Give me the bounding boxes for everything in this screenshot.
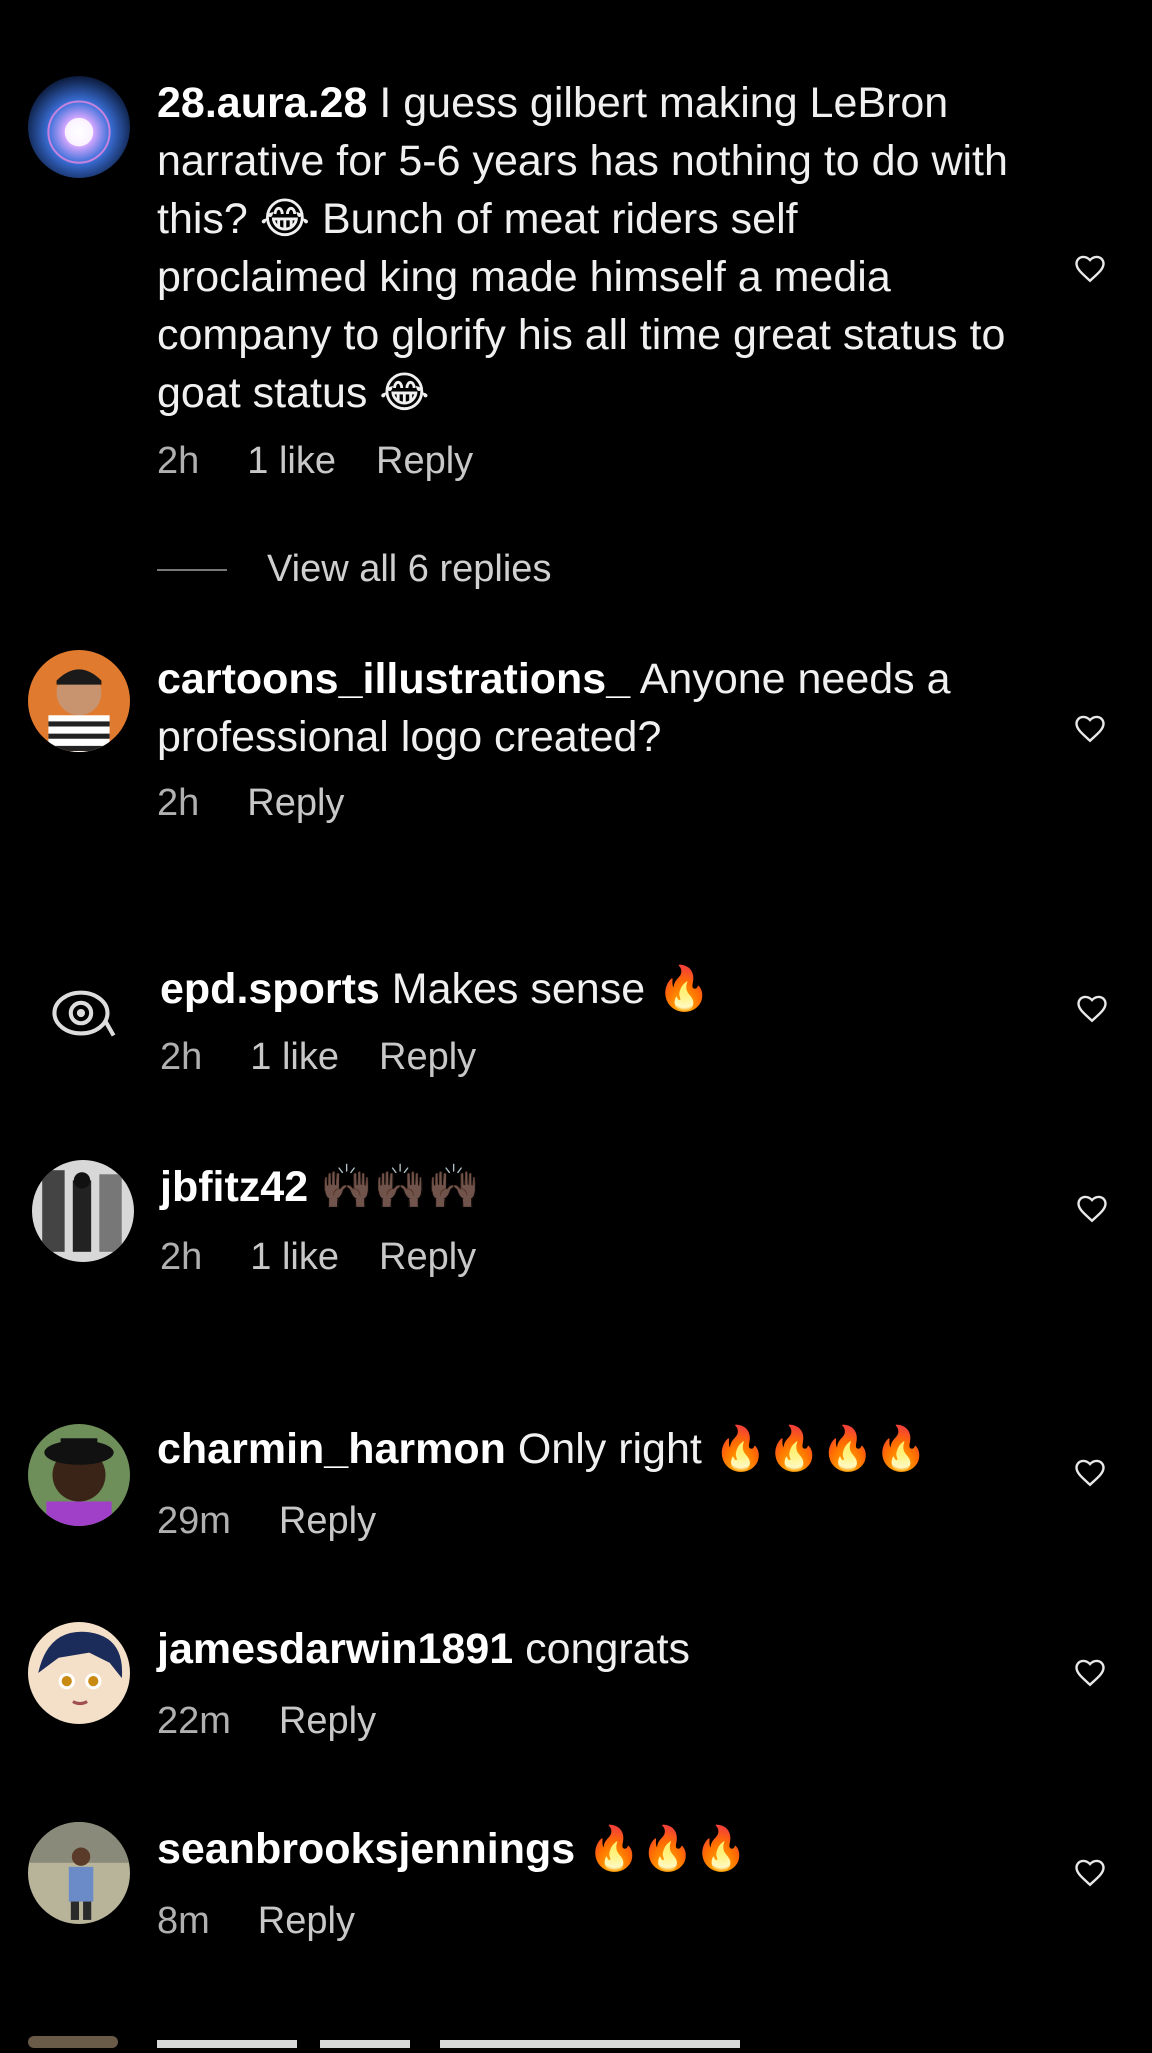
comment-text: 28.aura.28 I guess gilbert making LeBron… [157,74,1017,422]
heart-outline-icon[interactable] [1072,710,1108,746]
comment-text: jbfitz42 🙌🏿🙌🏿🙌🏿 [160,1158,1020,1216]
comment-time: 2h [160,1236,203,1278]
comment-text: jamesdarwin1891 congrats [157,1620,1017,1678]
comment-username[interactable]: epd.sports [160,965,380,1013]
reply-button[interactable]: Reply [247,782,344,825]
comment-username[interactable]: charmin_harmon [157,1425,506,1473]
heart-outline-icon[interactable] [1072,1654,1108,1690]
comment-body: Only right 🔥🔥🔥🔥 [517,1425,928,1473]
comment-meta: 2h 1 like Reply [157,440,473,483]
comment-text: charmin_harmon Only right 🔥🔥🔥🔥 [157,1420,1017,1478]
next-comment-peek [0,2030,1152,2048]
comment-likes[interactable]: 1 like [247,440,336,483]
comment-username[interactable]: jbfitz42 [160,1163,308,1211]
heart-outline-icon[interactable] [1074,990,1110,1026]
comment-time: 22m [157,1700,231,1742]
comment-time: 2h [160,1036,203,1078]
comment-time: 29m [157,1500,231,1542]
comment-body: Makes sense 🔥 [391,965,711,1013]
comment-time: 2h [157,440,200,482]
avatar[interactable] [28,76,130,178]
comment-meta: 2h Reply [157,782,344,825]
reply-button[interactable]: Reply [379,1236,476,1279]
comment-body: I guess gilbert making LeBron narrative … [157,79,1008,417]
divider-line [157,568,227,571]
comment-username[interactable]: cartoons_illustrations_ [157,655,630,703]
comment-body: 🔥🔥🔥 [587,1825,748,1873]
comment-text: cartoons_illustrations_ Anyone needs a p… [157,650,1017,766]
reply-button[interactable]: Reply [279,1700,376,1743]
view-replies-link[interactable]: View all 6 replies [157,548,551,591]
comment-meta: 2h 1 like Reply [160,1036,476,1079]
comment-time: 8m [157,1900,210,1942]
comment-time: 2h [157,782,200,824]
heart-outline-icon[interactable] [1072,250,1108,286]
heart-outline-icon[interactable] [1074,1190,1110,1226]
comment-username[interactable]: jamesdarwin1891 [157,1625,513,1673]
comment-meta: 8m Reply [157,1900,355,1943]
heart-outline-icon[interactable] [1072,1454,1108,1490]
comment-text: epd.sports Makes sense 🔥 [160,960,1020,1018]
avatar[interactable] [32,1160,134,1262]
reply-button[interactable]: Reply [279,1500,376,1543]
comment-username[interactable]: seanbrooksjennings [157,1825,575,1873]
reply-button[interactable]: Reply [379,1036,476,1079]
comment-body: 🙌🏿🙌🏿🙌🏿 [320,1163,481,1211]
avatar[interactable] [32,960,134,1062]
avatar[interactable] [28,1822,130,1924]
comment-text: seanbrooksjennings 🔥🔥🔥 [157,1820,1017,1878]
avatar[interactable] [28,1424,130,1526]
comment-meta: 22m Reply [157,1700,376,1743]
avatar[interactable] [28,650,130,752]
heart-outline-icon[interactable] [1072,1854,1108,1890]
view-replies-label: View all 6 replies [267,548,552,590]
comment-meta: 2h 1 like Reply [160,1236,476,1279]
comment-username[interactable]: 28.aura.28 [157,79,367,127]
reply-button[interactable]: Reply [258,1900,355,1943]
comment-body: congrats [525,1625,691,1673]
comment-meta: 29m Reply [157,1500,376,1543]
comment-likes[interactable]: 1 like [250,1236,339,1279]
avatar[interactable] [28,1622,130,1724]
reply-button[interactable]: Reply [376,440,473,483]
comment-likes[interactable]: 1 like [250,1036,339,1079]
